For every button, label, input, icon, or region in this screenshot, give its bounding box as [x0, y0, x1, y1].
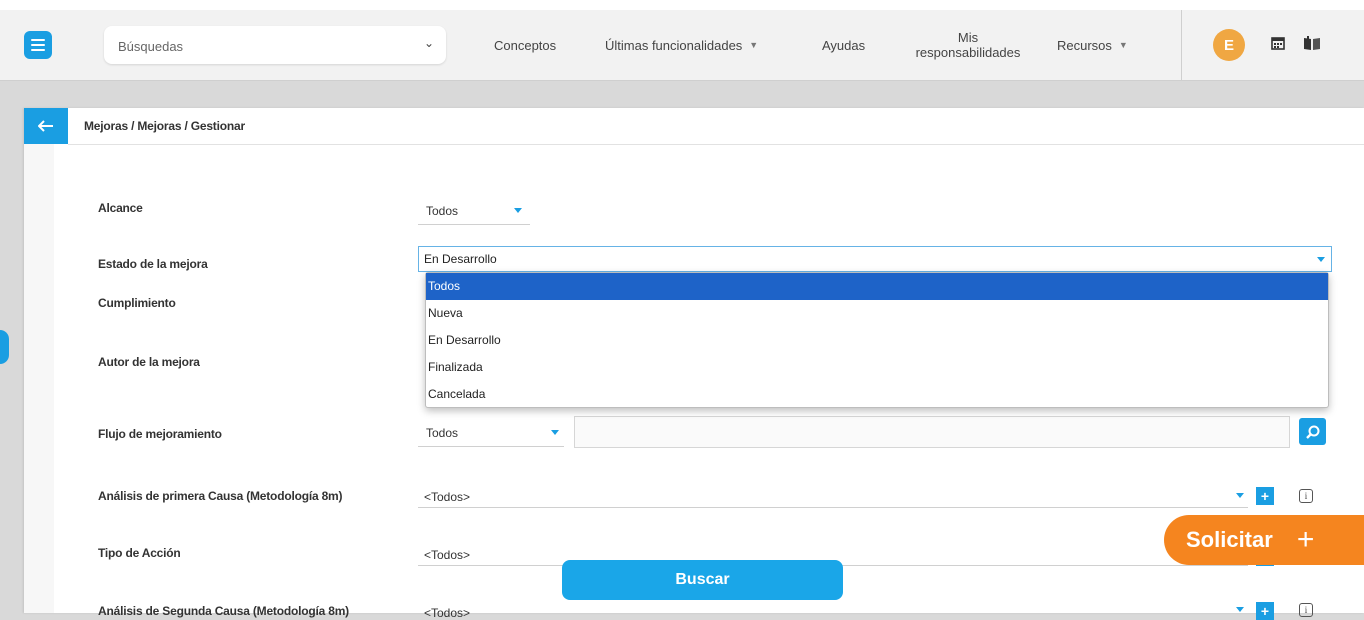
add-button[interactable]: + — [1256, 602, 1274, 620]
nav-recursos[interactable]: Recursos ▼ — [1057, 10, 1128, 80]
alcance-underline — [418, 224, 530, 225]
label-tipo-accion: Tipo de Acción — [98, 546, 181, 560]
search-icon — [1305, 425, 1319, 439]
caret-down-icon[interactable] — [1236, 493, 1244, 498]
calendar-icon[interactable] — [1270, 35, 1286, 51]
caret-down-icon[interactable] — [551, 430, 559, 435]
side-collapse-handle[interactable] — [0, 330, 9, 364]
label-analisis-primera: Análisis de primera Causa (Metodología 8… — [98, 489, 343, 503]
app-header: ⌄ Conceptos Últimas funcionalidades ▼ Ay… — [0, 10, 1364, 81]
alcance-select-value[interactable]: Todos — [426, 204, 458, 218]
dropdown-option[interactable]: Cancelada — [426, 381, 1328, 408]
dropdown-option[interactable]: Finalizada — [426, 354, 1328, 381]
chevron-down-icon[interactable]: ⌄ — [424, 36, 434, 50]
nav-label-line1: Mis — [957, 30, 979, 45]
caret-down-icon: ▼ — [1118, 40, 1128, 50]
label-analisis-segunda: Análisis de Segunda Causa (Metodología 8… — [98, 604, 349, 618]
analisis-primera-select-value[interactable]: <Todos> — [424, 490, 470, 504]
menu-icon[interactable] — [24, 31, 52, 59]
top-strip — [0, 0, 1364, 10]
avatar[interactable]: E — [1213, 29, 1245, 61]
panel-left-gutter — [24, 144, 54, 613]
plus-icon: + — [1296, 523, 1315, 556]
breadcrumb-divider — [68, 144, 1364, 145]
caret-down-icon: ▼ — [749, 40, 759, 50]
arrow-left-icon — [38, 120, 53, 132]
nav-label: Conceptos — [494, 37, 557, 53]
estado-select-value: En Desarrollo — [424, 252, 497, 266]
search-box[interactable]: ⌄ — [104, 26, 446, 64]
solicitar-button[interactable]: Solicitar + — [1164, 515, 1364, 565]
caret-down-icon[interactable] — [1236, 607, 1244, 612]
estado-dropdown-list: Todos Nueva En Desarrollo Finalizada Can… — [425, 272, 1329, 408]
label-flujo: Flujo de mejoramiento — [98, 427, 222, 441]
caret-down-icon[interactable] — [1317, 257, 1325, 262]
label-autor: Autor de la mejora — [98, 355, 200, 369]
nav-label-line2: responsabilidades — [915, 45, 1021, 60]
estado-select[interactable]: En Desarrollo — [418, 246, 1332, 272]
label-estado: Estado de la mejora — [98, 257, 208, 271]
buscar-button[interactable]: Buscar — [562, 560, 843, 600]
caret-down-icon[interactable] — [514, 208, 522, 213]
book-icon[interactable] — [1303, 35, 1321, 51]
analisis-segunda-select-value[interactable]: <Todos> — [424, 606, 470, 620]
nav-conceptos[interactable]: Conceptos — [494, 10, 556, 80]
add-button[interactable]: + — [1256, 487, 1274, 505]
flujo-text-field[interactable] — [574, 416, 1290, 448]
back-button[interactable] — [24, 108, 68, 144]
dropdown-option[interactable]: En Desarrollo — [426, 327, 1328, 354]
header-divider — [1181, 10, 1182, 80]
tipo-accion-select-value[interactable]: <Todos> — [424, 548, 470, 562]
flujo-select-value[interactable]: Todos — [426, 426, 458, 440]
breadcrumb: Mejoras / Mejoras / Gestionar — [84, 119, 245, 133]
analisis-primera-underline — [418, 507, 1248, 508]
nav-label: Recursos — [1057, 37, 1112, 53]
search-lookup-button[interactable] — [1299, 418, 1326, 445]
search-input[interactable] — [116, 35, 410, 57]
solicitar-label: Solicitar — [1186, 527, 1273, 552]
label-alcance: Alcance — [98, 201, 143, 215]
nav-mis-responsabilidades[interactable]: Mis responsabilidades — [900, 10, 1036, 80]
label-cumplimiento: Cumplimiento — [98, 296, 176, 310]
nav-ayudas[interactable]: Ayudas — [822, 10, 865, 80]
nav-label: Ayudas — [822, 37, 866, 53]
dropdown-option[interactable]: Todos — [426, 273, 1328, 300]
info-icon[interactable]: i — [1299, 489, 1313, 503]
nav-label: Últimas funcionalidades — [605, 37, 743, 53]
nav-ultimas-funcionalidades[interactable]: Últimas funcionalidades ▼ — [605, 10, 758, 80]
dropdown-option[interactable]: Nueva — [426, 300, 1328, 327]
info-icon[interactable]: i — [1299, 603, 1313, 617]
flujo-underline — [418, 446, 564, 447]
